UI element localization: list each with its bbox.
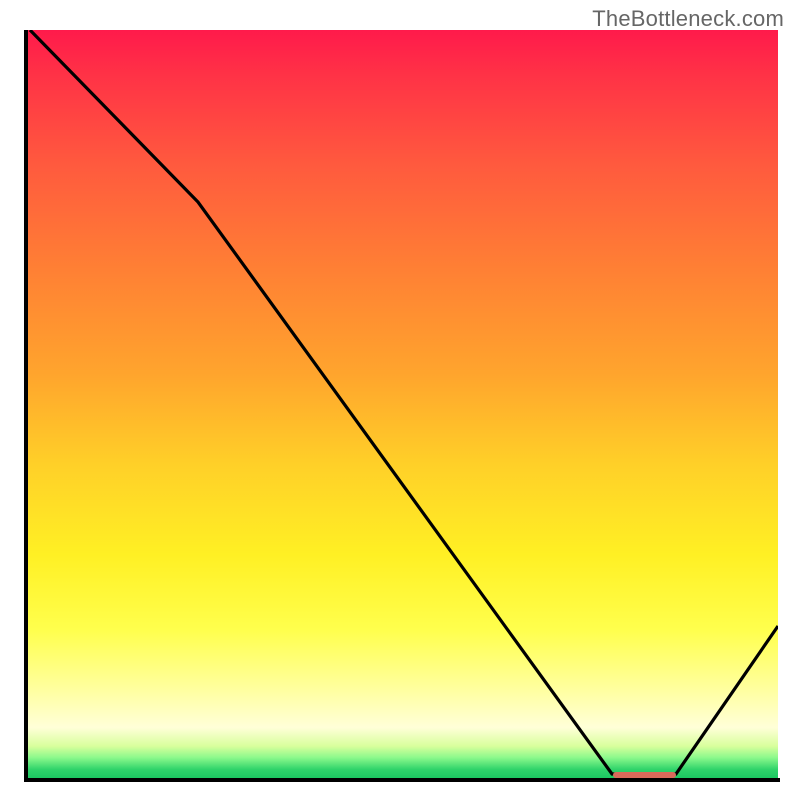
chart-area bbox=[26, 30, 778, 780]
chart-line-svg bbox=[26, 30, 778, 780]
y-axis-line bbox=[24, 30, 28, 782]
watermark-text: TheBottleneck.com bbox=[592, 6, 784, 32]
chart-line-path bbox=[30, 30, 778, 774]
x-axis-line bbox=[24, 778, 780, 782]
